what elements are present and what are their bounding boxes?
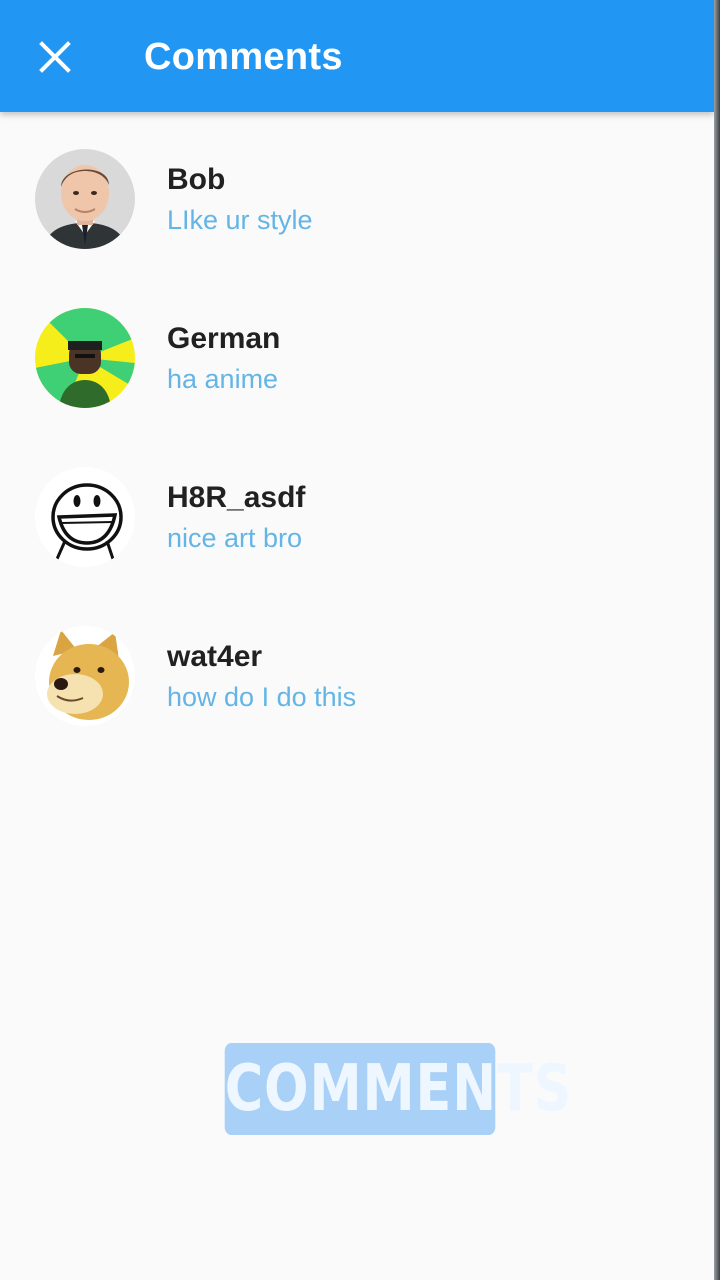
comment-username: Bob xyxy=(167,163,226,196)
meme-character-icon xyxy=(35,308,135,408)
doge-icon xyxy=(35,626,135,726)
comment-text: ha anime xyxy=(167,364,279,394)
app-bar: Comments xyxy=(0,0,714,112)
comment-username: H8R_asdf xyxy=(167,481,306,514)
page-title: Comments xyxy=(144,36,343,78)
comment-item[interactable]: Bob LIke ur style xyxy=(0,112,714,271)
comments-screen: Comments Bob LIke ur style German ha ani… xyxy=(0,0,720,1280)
avatar[interactable] xyxy=(35,626,135,726)
avatar[interactable] xyxy=(35,149,135,249)
close-icon xyxy=(39,41,71,73)
man-portrait-icon xyxy=(35,149,135,249)
comment-item[interactable]: German ha anime xyxy=(0,271,714,430)
comment-username: German xyxy=(167,322,281,355)
avatar[interactable] xyxy=(35,467,135,567)
smiley-face-icon xyxy=(35,467,135,567)
close-button[interactable] xyxy=(24,28,86,86)
comment-text: how do I do this xyxy=(167,682,357,712)
comment-username: wat4er xyxy=(167,640,263,673)
comments-watermark: COMMENTS xyxy=(224,1043,571,1135)
comment-item[interactable]: wat4er how do I do this xyxy=(0,589,714,748)
comment-item[interactable]: H8R_asdf nice art bro xyxy=(0,430,714,589)
screen-edge xyxy=(714,0,720,1280)
avatar[interactable] xyxy=(35,308,135,408)
comment-text: nice art bro xyxy=(167,523,303,553)
comment-text: LIke ur style xyxy=(167,205,313,235)
